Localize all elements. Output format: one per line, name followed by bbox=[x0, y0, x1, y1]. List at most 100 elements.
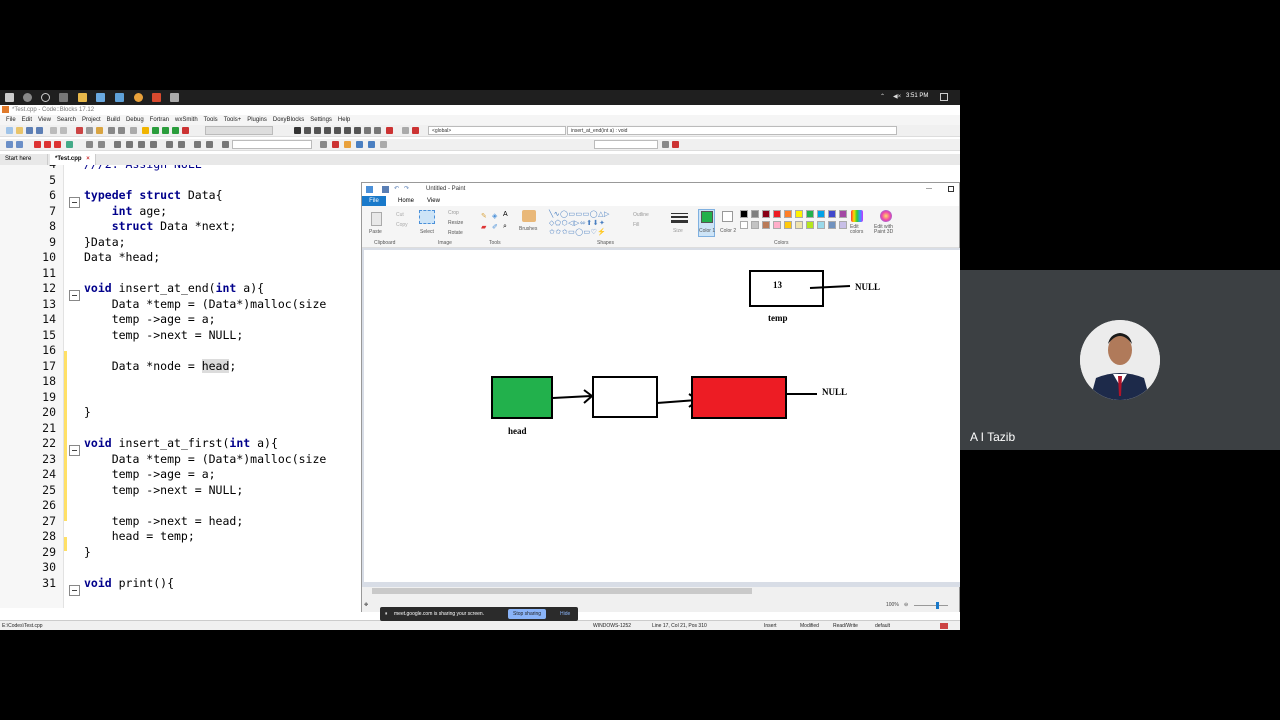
save-icon[interactable] bbox=[382, 186, 389, 193]
clock[interactable]: 3:51 PM bbox=[906, 93, 928, 99]
save-icon[interactable] bbox=[26, 127, 33, 134]
stop-sharing-button[interactable]: Stop sharing bbox=[508, 609, 547, 619]
block-icon[interactable] bbox=[114, 141, 121, 148]
copy-button[interactable]: Copy bbox=[396, 222, 408, 228]
code-line[interactable]: temp ->age = a; bbox=[84, 312, 216, 326]
abort-icon[interactable] bbox=[182, 127, 189, 134]
menu-item[interactable]: DoxyBlocks bbox=[273, 115, 304, 125]
palette-swatch[interactable] bbox=[740, 221, 748, 229]
fill-icon[interactable]: ◈ bbox=[492, 212, 497, 220]
horizontal-scrollbar[interactable] bbox=[372, 588, 752, 594]
tab-home[interactable]: Home bbox=[398, 196, 414, 206]
code-line[interactable]: }Data; bbox=[84, 235, 126, 249]
palette-swatch[interactable] bbox=[839, 210, 847, 218]
fold-icon[interactable] bbox=[69, 290, 80, 301]
palette-swatch[interactable] bbox=[806, 221, 814, 229]
palette-swatch[interactable] bbox=[795, 210, 803, 218]
jump-icon[interactable] bbox=[222, 141, 229, 148]
paste-icon[interactable] bbox=[96, 127, 103, 134]
prev-icon[interactable] bbox=[194, 141, 201, 148]
brushes-icon[interactable] bbox=[522, 210, 536, 222]
pencil-icon[interactable]: ✎ bbox=[481, 212, 487, 220]
close-icon[interactable]: × bbox=[86, 156, 90, 162]
indent-icon[interactable] bbox=[150, 141, 157, 148]
edit-colors-icon[interactable] bbox=[851, 210, 863, 222]
eraser-icon[interactable]: ▰ bbox=[481, 223, 486, 231]
shapes-gallery[interactable]: ╲∿◯▭▭▭◯△▷ ◇⬠⬡◁▷⬄⬆⬇✦ ✩✩✩▭◯▭♡⚡ bbox=[549, 210, 629, 238]
highlight-icon[interactable] bbox=[332, 141, 339, 148]
run-target-icon[interactable] bbox=[166, 141, 173, 148]
paint-taskbar-icon[interactable] bbox=[170, 93, 179, 102]
find-icon[interactable] bbox=[108, 127, 115, 134]
color2-swatch[interactable] bbox=[722, 211, 733, 222]
menu-item[interactable]: Tools+ bbox=[224, 115, 242, 125]
fill-button[interactable]: Fill bbox=[633, 222, 639, 228]
palette-swatch[interactable] bbox=[806, 210, 814, 218]
participant-tile[interactable]: A I Tazib bbox=[960, 270, 1280, 450]
match-icon[interactable] bbox=[356, 141, 363, 148]
debug-step-out-icon[interactable] bbox=[334, 127, 341, 134]
rotate-button[interactable]: Rotate bbox=[448, 230, 463, 236]
palette-swatch[interactable] bbox=[784, 221, 792, 229]
regex-icon[interactable] bbox=[368, 141, 375, 148]
debug-step-into-icon[interactable] bbox=[324, 127, 331, 134]
palette-swatch[interactable] bbox=[828, 210, 836, 218]
color-picker-icon[interactable]: ✐ bbox=[492, 223, 498, 231]
run-icon[interactable] bbox=[152, 127, 159, 134]
info-icon[interactable] bbox=[402, 127, 409, 134]
hide-button[interactable]: Hide bbox=[560, 607, 570, 621]
code-line[interactable]: ///2. Assign NULL bbox=[84, 165, 202, 171]
menu-item[interactable]: Settings bbox=[310, 115, 332, 125]
menu-item[interactable]: Tools bbox=[204, 115, 218, 125]
paste-icon[interactable] bbox=[371, 212, 382, 226]
codeblocks-icon[interactable] bbox=[152, 93, 161, 102]
code-line[interactable]: } bbox=[84, 405, 91, 419]
debug-windows-icon[interactable] bbox=[386, 127, 393, 134]
code-line[interactable]: struct Data *next; bbox=[84, 219, 237, 233]
size-icon[interactable] bbox=[671, 211, 688, 225]
cortana-icon[interactable] bbox=[41, 93, 50, 102]
copy-icon[interactable] bbox=[86, 127, 93, 134]
palette-swatch[interactable] bbox=[817, 210, 825, 218]
save-all-icon[interactable] bbox=[36, 127, 43, 134]
new-file-icon[interactable] bbox=[6, 127, 13, 134]
line-icon[interactable] bbox=[126, 141, 133, 148]
search-combo[interactable] bbox=[232, 140, 312, 149]
code-line[interactable]: temp ->next = NULL; bbox=[84, 328, 244, 342]
tab-start-here[interactable]: Start here bbox=[0, 154, 48, 165]
palette-swatch[interactable] bbox=[828, 221, 836, 229]
zoom-slider-thumb[interactable] bbox=[936, 602, 939, 609]
debug-pause-icon[interactable] bbox=[364, 127, 371, 134]
code-line[interactable]: Data *temp = (Data*)malloc(size bbox=[84, 297, 327, 311]
crop-button[interactable]: Crop bbox=[448, 210, 459, 216]
code-line[interactable]: temp ->next = head; bbox=[84, 514, 244, 528]
chrome-icon[interactable] bbox=[134, 93, 143, 102]
debug-next-icon[interactable] bbox=[314, 127, 321, 134]
undo-icon[interactable]: ↶ bbox=[394, 183, 399, 196]
build-icon[interactable] bbox=[142, 127, 149, 134]
palette-swatch[interactable] bbox=[817, 221, 825, 229]
app-icon[interactable] bbox=[96, 93, 105, 102]
palette-swatch[interactable] bbox=[751, 221, 759, 229]
task-view-icon[interactable] bbox=[59, 93, 68, 102]
comment-icon[interactable] bbox=[66, 141, 73, 148]
code-line[interactable]: temp ->age = a; bbox=[84, 467, 216, 481]
bookmark-icon[interactable] bbox=[34, 141, 41, 148]
code-line[interactable]: void print(){ bbox=[84, 576, 174, 590]
forward-icon[interactable] bbox=[16, 141, 23, 148]
fold-icon[interactable] bbox=[69, 585, 80, 596]
next-icon[interactable] bbox=[206, 141, 213, 148]
toggle-icon[interactable] bbox=[86, 141, 93, 148]
palette-swatch[interactable] bbox=[795, 221, 803, 229]
debug-next-instr-icon[interactable] bbox=[344, 127, 351, 134]
fold-icon[interactable] bbox=[69, 197, 80, 208]
resize-button[interactable]: Resize bbox=[448, 220, 463, 226]
tab-view[interactable]: View bbox=[427, 196, 440, 206]
menu-item[interactable]: View bbox=[38, 115, 51, 125]
notification-icon[interactable] bbox=[940, 93, 948, 101]
palette-swatch[interactable] bbox=[740, 210, 748, 218]
rebuild-icon[interactable] bbox=[172, 127, 179, 134]
stop-icon[interactable] bbox=[412, 127, 419, 134]
menu-item[interactable]: Fortran bbox=[150, 115, 169, 125]
code-line[interactable]: Data *node = head; bbox=[84, 358, 236, 373]
